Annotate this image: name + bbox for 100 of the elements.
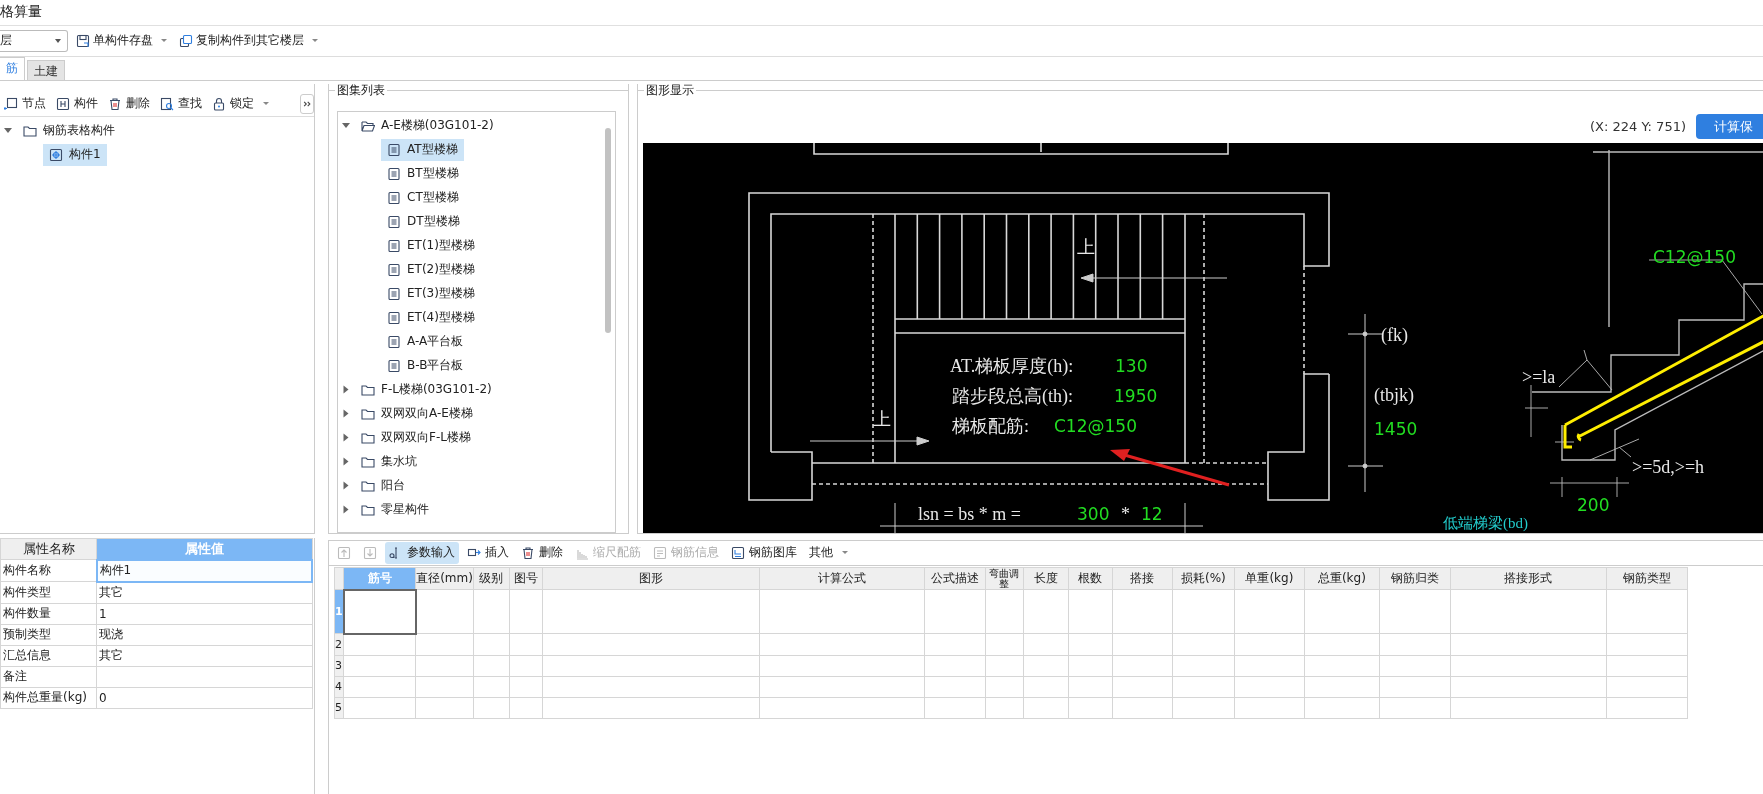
folder-icon	[361, 118, 375, 133]
drawing-label: 130	[1115, 355, 1148, 376]
expand-arrow-icon[interactable]	[343, 457, 349, 466]
property-value-cell[interactable]	[96, 666, 312, 688]
drawing-label: 12	[1141, 503, 1163, 524]
tab[interactable]: 土建	[27, 59, 65, 80]
property-value[interactable]: 其它	[96, 645, 312, 667]
document-icon	[387, 238, 401, 253]
drawing-label: 梯板配筋:	[952, 415, 1029, 436]
tree-item[interactable]: 双网双向A-E楼梯	[355, 402, 479, 425]
trash-icon	[108, 96, 122, 111]
tree-item[interactable]: DT型楼梯	[381, 210, 466, 233]
trash-icon	[521, 545, 535, 560]
drawing-label: 上	[873, 408, 891, 429]
tree-item[interactable]: 集水坑	[355, 450, 423, 473]
drawing-label: 300	[1077, 503, 1110, 524]
tab[interactable]: 筋	[0, 56, 25, 80]
column-header: 属性值	[96, 538, 312, 560]
expand-arrow-icon[interactable]	[343, 385, 349, 394]
drawing-label: (fk)	[1381, 324, 1408, 345]
expand-arrow-icon[interactable]	[4, 128, 12, 134]
toolbar-button[interactable]: 查找	[156, 94, 206, 114]
toolbar-button[interactable]: 其他	[805, 541, 852, 564]
drawing-label: >=5d,>=h	[1632, 456, 1705, 477]
drawing-label: C12@150	[1054, 415, 1137, 436]
drawing-label: 踏步段总高(th):	[952, 385, 1073, 406]
calculate-save-button[interactable]: 计算保	[1696, 114, 1763, 140]
column-header: 图形	[542, 567, 760, 590]
tree-item[interactable]: B-B平台板	[381, 354, 470, 377]
scrollbar[interactable]	[605, 127, 611, 333]
column-header: 单重(kg)	[1234, 567, 1305, 590]
toolbar-button[interactable]: 钢筋图库	[727, 541, 801, 564]
row-number[interactable]: 5	[334, 697, 344, 719]
toolbar-button[interactable]: 复制构件到其它楼层	[175, 30, 322, 52]
column-header: 根数	[1068, 567, 1113, 590]
active-cell[interactable]	[343, 589, 416, 634]
document-icon	[387, 334, 401, 349]
tree-item[interactable]: 双网双向F-L楼梯	[355, 426, 477, 449]
row-number[interactable]: 2	[334, 633, 344, 656]
document-icon	[387, 190, 401, 205]
toolbar-button[interactable]: 锁定	[208, 94, 273, 114]
property-name: 汇总信息	[0, 645, 97, 667]
document-icon	[387, 142, 401, 157]
expand-arrow-icon[interactable]	[342, 123, 350, 129]
tree-item[interactable]: 阳台	[355, 474, 411, 497]
column-header: 属性名称	[0, 538, 97, 560]
folder-icon	[361, 454, 375, 469]
drawing-label: 上	[1077, 236, 1095, 257]
property-name: 构件类型	[0, 581, 97, 604]
drawing-label: 1950	[1114, 385, 1158, 406]
property-value[interactable]: 构件1	[96, 559, 312, 582]
component-icon	[49, 147, 63, 162]
document-icon	[387, 262, 401, 277]
tree-item[interactable]: ET(4)型楼梯	[381, 306, 481, 329]
tree-item[interactable]: 构件1	[43, 143, 107, 166]
document-icon	[387, 214, 401, 229]
window-title: 格算量	[0, 3, 42, 22]
tree-item[interactable]: 零星构件	[355, 498, 435, 521]
tree-item[interactable]: A-E楼梯(03G101-2)	[355, 114, 500, 137]
expand-arrow-icon[interactable]	[343, 505, 349, 514]
expand-arrow-icon[interactable]	[343, 481, 349, 490]
expand-arrow-icon[interactable]	[343, 409, 349, 418]
toolbar-button[interactable]: 删除	[517, 541, 567, 564]
search-icon	[160, 96, 174, 111]
tree-item[interactable]: ET(3)型楼梯	[381, 282, 481, 305]
property-value[interactable]: 1	[96, 603, 312, 625]
toolbar-button[interactable]: 删除	[104, 94, 154, 114]
tree-item[interactable]: A-A平台板	[381, 330, 470, 353]
column-header: 搭接	[1112, 567, 1173, 590]
expand-arrow-icon[interactable]	[343, 433, 349, 442]
tree-item[interactable]: BT型楼梯	[381, 162, 465, 185]
floor-dropdown[interactable]: 层	[0, 29, 68, 52]
property-value[interactable]: 0	[96, 687, 312, 709]
column-header: 筋号	[343, 567, 416, 590]
property-name: 预制类型	[0, 624, 97, 646]
tree-item[interactable]: CT型楼梯	[381, 186, 465, 209]
column-header: 公式描述	[924, 567, 986, 590]
row-number[interactable]: 3	[334, 655, 344, 677]
component-icon	[56, 96, 70, 111]
document-icon	[387, 166, 401, 181]
copy-icon	[179, 33, 193, 48]
toolbar-button[interactable]: 节点	[0, 94, 50, 114]
toolbar-button[interactable]: 构件	[52, 94, 102, 114]
tree-item[interactable]: ET(1)型楼梯	[381, 234, 481, 257]
drawing-label: *	[1121, 503, 1130, 524]
toolbar-button[interactable]: 插入	[463, 541, 513, 564]
toolbar-button[interactable]: 参数输入	[385, 541, 459, 564]
library-icon	[731, 545, 745, 560]
folder-icon	[23, 123, 37, 138]
tree-item[interactable]: AT型楼梯	[381, 138, 464, 161]
tree-item[interactable]: ET(2)型楼梯	[381, 258, 481, 281]
row-number[interactable]: 4	[334, 676, 344, 698]
folder-icon	[361, 406, 375, 421]
more-button[interactable]	[300, 93, 314, 114]
drawing-label: lsn = bs * m =	[918, 503, 1021, 524]
property-value[interactable]: 其它	[96, 581, 312, 604]
property-value[interactable]: 现浇	[96, 624, 312, 646]
tree-item[interactable]: F-L楼梯(03G101-2)	[355, 378, 498, 401]
tree-item[interactable]: 钢筋表格构件	[17, 119, 121, 142]
toolbar-button[interactable]: 单构件存盘	[72, 30, 171, 52]
